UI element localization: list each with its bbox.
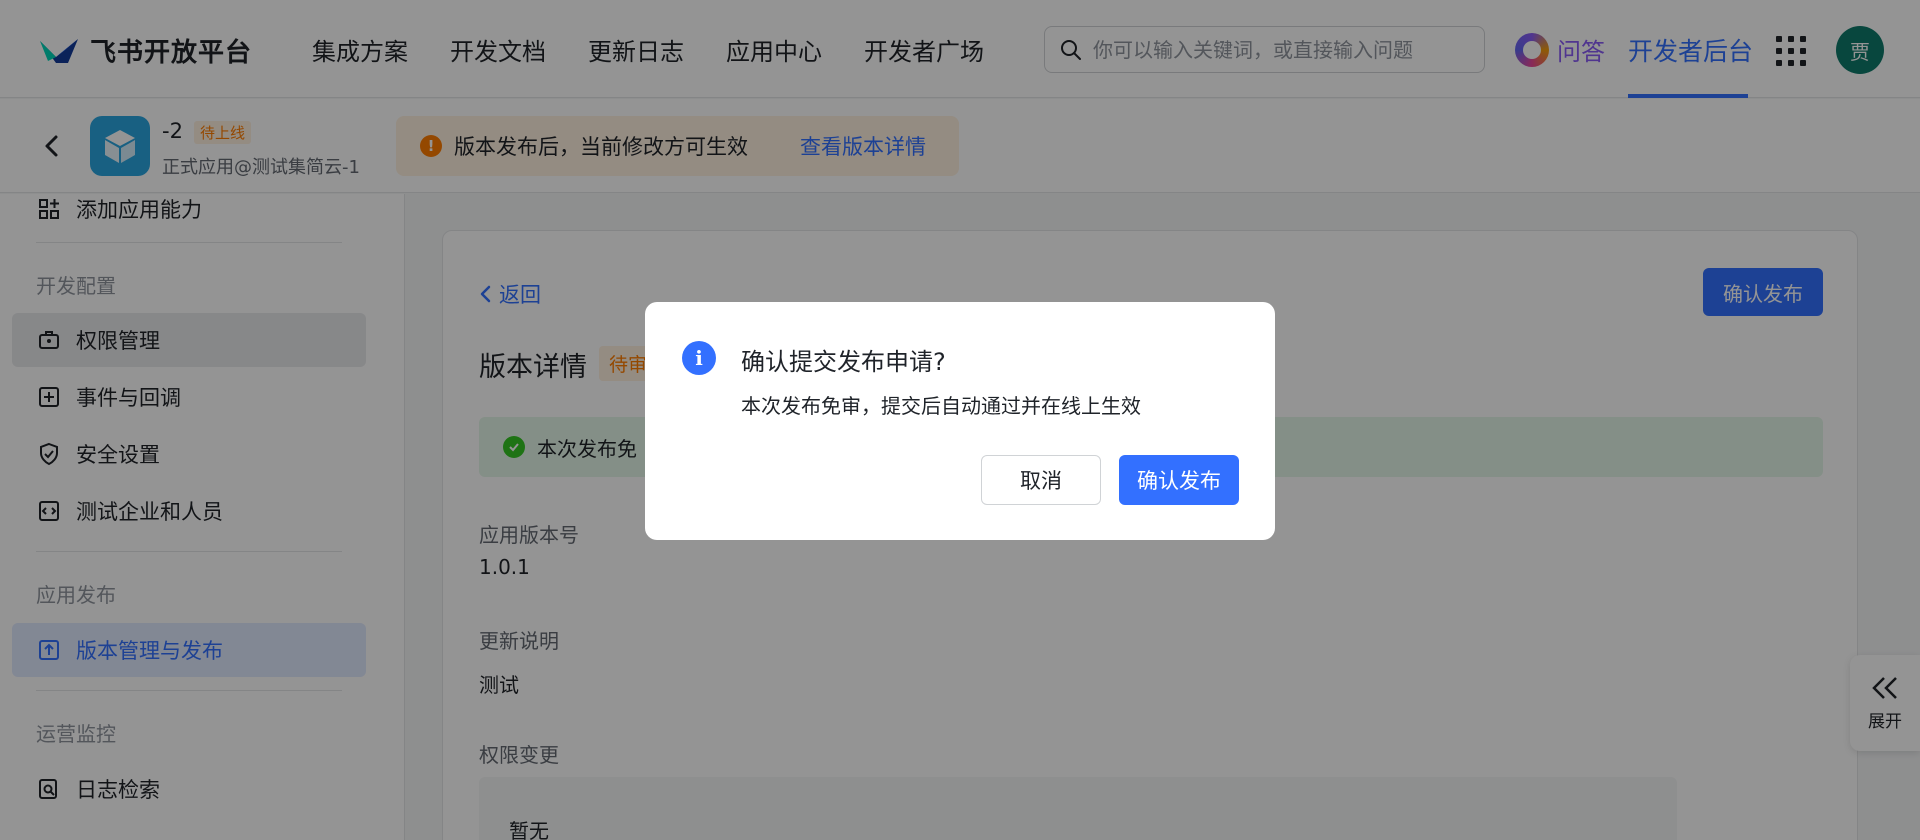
dialog-body: 本次发布免审，提交后自动通过并在线上生效 (741, 394, 1141, 418)
dialog-title: 确认提交发布申请? (741, 348, 946, 376)
confirm-publish-button[interactable]: 确认发布 (1119, 455, 1239, 505)
info-icon: i (682, 341, 716, 375)
confirm-dialog: i 确认提交发布申请? 本次发布免审，提交后自动通过并在线上生效 取消 确认发布 (645, 302, 1275, 540)
cancel-button[interactable]: 取消 (981, 455, 1101, 505)
